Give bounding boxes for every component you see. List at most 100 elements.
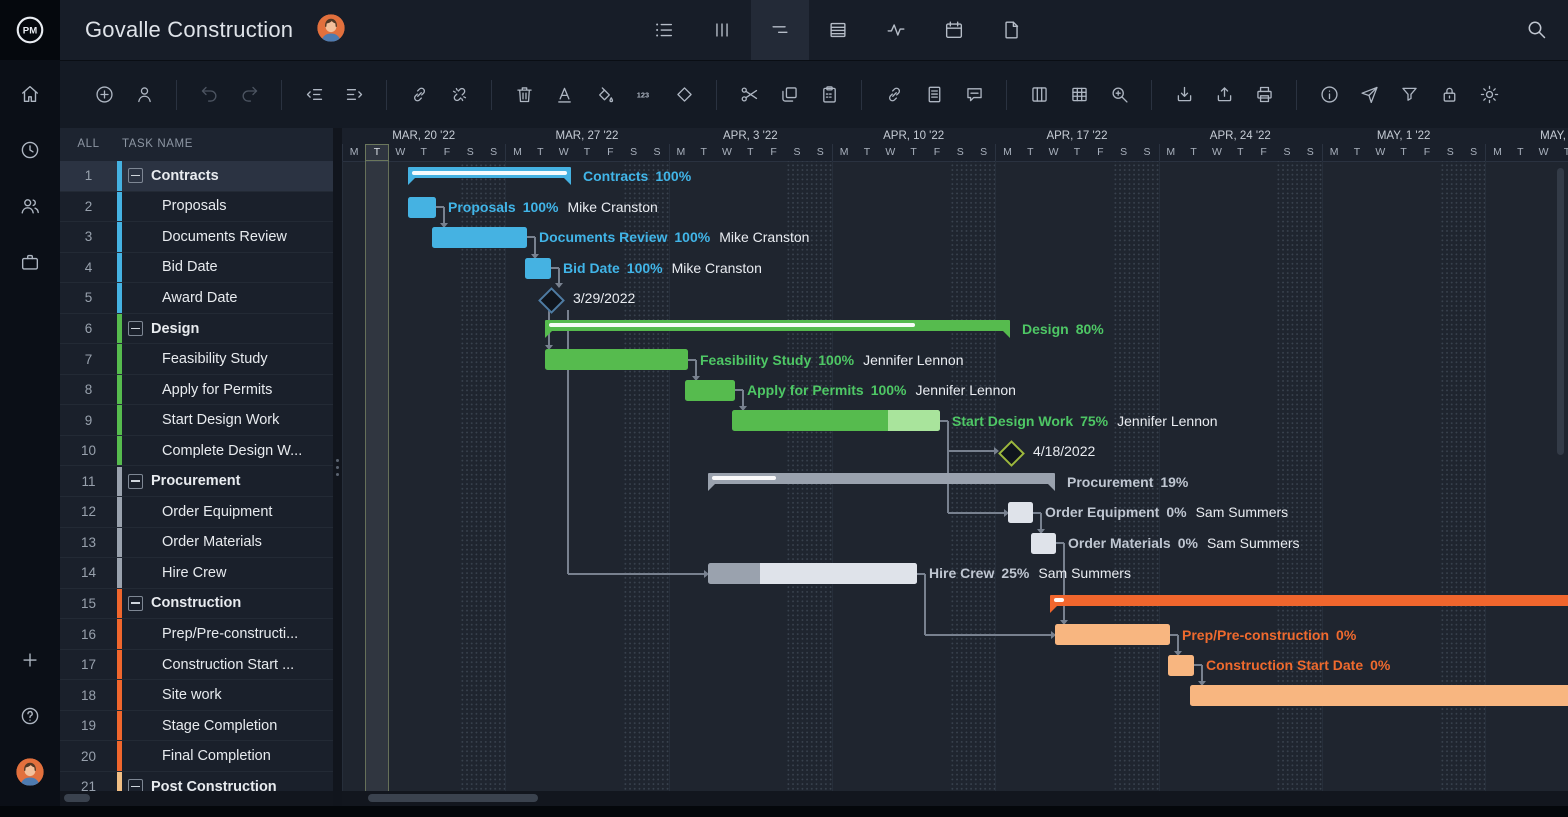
gantt-vscroll-thumb[interactable] <box>1557 168 1564 455</box>
fill-color-button[interactable] <box>587 78 621 112</box>
copy-button[interactable] <box>772 78 806 112</box>
zoom-button[interactable] <box>1102 78 1136 112</box>
delete-task-button[interactable] <box>507 78 541 112</box>
task-row[interactable]: 2Proposals <box>60 192 333 223</box>
task-row[interactable]: 12Order Equipment <box>60 497 333 528</box>
task-row[interactable]: 9Start Design Work <box>60 405 333 436</box>
comments-button[interactable] <box>957 78 991 112</box>
task-row[interactable]: 11Procurement <box>60 467 333 498</box>
tab-gantt-view[interactable] <box>751 0 809 60</box>
collapse-icon[interactable] <box>128 779 143 791</box>
paste-button[interactable] <box>812 78 846 112</box>
summary-bar-contracts[interactable] <box>408 167 571 178</box>
export-button[interactable] <box>1207 78 1241 112</box>
task-bar-hire-crew[interactable] <box>708 563 917 584</box>
assign-people-button[interactable] <box>127 78 161 112</box>
summary-progress <box>712 476 776 480</box>
task-bar-order-materials[interactable] <box>1031 533 1056 554</box>
summary-bar-procurement[interactable] <box>708 473 1055 484</box>
task-row[interactable]: 6Design <box>60 314 333 345</box>
unlink-tasks-button[interactable] <box>442 78 476 112</box>
task-row[interactable]: 3Documents Review <box>60 222 333 253</box>
task-row[interactable]: 8Apply for Permits <box>60 375 333 406</box>
tab-board-view[interactable] <box>693 0 751 60</box>
task-row[interactable]: 5Award Date <box>60 283 333 314</box>
tab-sheet-view[interactable] <box>809 0 867 60</box>
tasklist-hscroll-thumb[interactable] <box>64 794 90 802</box>
project-owner-avatar[interactable] <box>316 13 346 48</box>
pm-logo[interactable]: PM <box>0 0 60 60</box>
task-bar-documents-review[interactable] <box>432 227 527 248</box>
task-row[interactable]: 19Stage Completion <box>60 711 333 742</box>
task-row[interactable]: 13Order Materials <box>60 528 333 559</box>
tab-docs-view[interactable] <box>983 0 1041 60</box>
indent-task-button[interactable] <box>337 78 371 112</box>
filter-button[interactable] <box>1392 78 1426 112</box>
sidebar-item-home[interactable] <box>10 74 50 114</box>
print-button[interactable] <box>1247 78 1281 112</box>
sidebar-item-portfolio[interactable] <box>10 242 50 282</box>
dependency-connector <box>924 574 926 635</box>
cut-button[interactable] <box>732 78 766 112</box>
task-bar-order-equipment[interactable] <box>1008 502 1033 523</box>
add-milestone-button[interactable] <box>667 78 701 112</box>
column-header-all[interactable]: ALL <box>60 128 117 161</box>
search-icon[interactable] <box>1524 17 1550 43</box>
sidebar-item-profile-avatar[interactable] <box>10 752 50 792</box>
import-button[interactable] <box>1167 78 1201 112</box>
collapse-icon[interactable] <box>128 474 143 489</box>
task-row[interactable]: 18Site work <box>60 680 333 711</box>
link-tasks-button[interactable] <box>402 78 436 112</box>
task-row[interactable]: 14Hire Crew <box>60 558 333 589</box>
task-row[interactable]: 10Complete Design W... <box>60 436 333 467</box>
attachments-button[interactable] <box>877 78 911 112</box>
notes-button[interactable] <box>917 78 951 112</box>
column-header-task-name[interactable]: TASK NAME <box>122 128 193 161</box>
sidebar-item-team[interactable] <box>10 186 50 226</box>
text-format-button[interactable] <box>547 78 581 112</box>
task-bar-prep-pre-construction[interactable] <box>1055 624 1170 645</box>
add-task-button[interactable] <box>87 78 121 112</box>
task-row[interactable]: 1Contracts <box>60 161 333 192</box>
task-row[interactable]: 20Final Completion <box>60 741 333 772</box>
task-row[interactable]: 21Post Construction <box>60 772 333 791</box>
task-row[interactable]: 16Prep/Pre-constructi... <box>60 619 333 650</box>
task-bar-feasibility-study[interactable] <box>545 349 688 370</box>
task-bar-proposals[interactable] <box>408 197 436 218</box>
task-bar-bid-date[interactable] <box>525 258 551 279</box>
settings-button[interactable] <box>1472 78 1506 112</box>
task-bar-apply-for-permits[interactable] <box>685 380 735 401</box>
sidebar-item-timesheets[interactable] <box>10 130 50 170</box>
row-number: 10 <box>60 436 117 466</box>
summary-bar-design[interactable] <box>545 320 1010 331</box>
share-button[interactable] <box>1352 78 1386 112</box>
task-row[interactable]: 15Construction <box>60 589 333 620</box>
task-row[interactable]: 4Bid Date <box>60 253 333 284</box>
tab-list-view[interactable] <box>635 0 693 60</box>
task-row[interactable]: 17Construction Start ... <box>60 650 333 681</box>
task-bar-start-design-work[interactable] <box>732 410 940 431</box>
sidebar-item-help[interactable] <box>10 696 50 736</box>
task-row[interactable]: 7Feasibility Study <box>60 344 333 375</box>
summary-bar-construction[interactable] <box>1050 595 1568 606</box>
milestone-diamond-4-18-2022[interactable] <box>998 440 1025 467</box>
columns-button[interactable] <box>1022 78 1056 112</box>
milestone-diamond-3-29-2022[interactable] <box>538 287 565 314</box>
collapse-icon[interactable] <box>128 596 143 611</box>
outdent-task-button[interactable] <box>297 78 331 112</box>
day-cell: S <box>1299 144 1322 161</box>
lock-button[interactable] <box>1432 78 1466 112</box>
task-bar-site-work[interactable] <box>1190 685 1568 706</box>
task-bar-construction-start-date[interactable] <box>1168 655 1194 676</box>
task-info-button[interactable] <box>1312 78 1346 112</box>
tab-calendar-view[interactable] <box>925 0 983 60</box>
number-format-button[interactable]: 123 <box>627 78 661 112</box>
panel-resize-divider[interactable] <box>333 128 342 806</box>
sidebar-item-create-new[interactable] <box>10 640 50 680</box>
day-cell: T <box>855 144 878 161</box>
tab-activity-view[interactable] <box>867 0 925 60</box>
collapse-icon[interactable] <box>128 321 143 336</box>
table-button[interactable] <box>1062 78 1096 112</box>
collapse-icon[interactable] <box>128 168 143 183</box>
gantt-hscroll-thumb[interactable] <box>368 794 538 802</box>
